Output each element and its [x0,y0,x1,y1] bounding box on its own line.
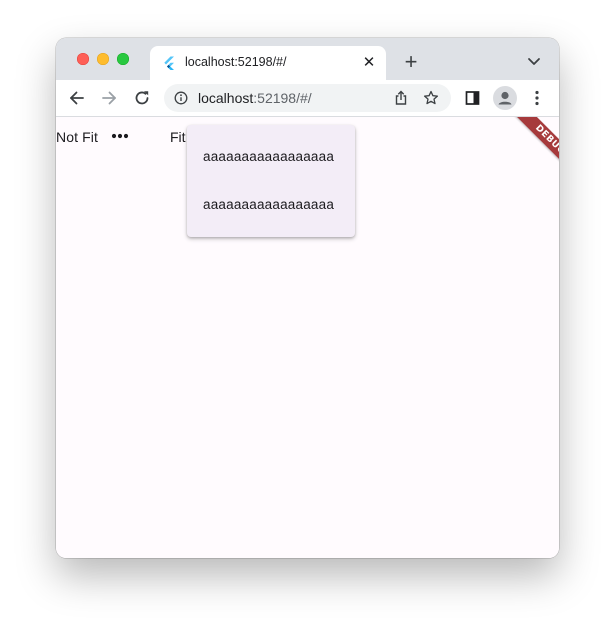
browser-toolbar: localhost:52198/#/ [56,80,559,117]
profile-icon [498,91,512,105]
browser-window: localhost:52198/#/ ✕ + localhost:52198/#… [56,38,559,558]
close-window-button[interactable] [77,53,89,65]
flutter-app-content: Not Fit Fit aaaaaaaaaaaaaaaaa aaaaaaaaaa… [56,117,559,558]
flutter-favicon-icon [164,56,174,70]
info-icon[interactable] [174,91,188,105]
popup-menu-item[interactable]: aaaaaaaaaaaaaaaaa [187,181,355,229]
debug-banner-label: DEBUG [513,117,559,177]
star-icon[interactable] [423,90,439,106]
plus-icon: + [404,49,418,74]
fit-label: Fit [170,129,186,145]
debug-banner: DEBUG [499,117,559,177]
url-path: :52198/#/ [253,90,312,106]
chevron-down-icon[interactable] [526,53,542,69]
forward-arrow-icon[interactable] [100,89,118,107]
tab-close-button[interactable]: ✕ [360,54,378,72]
more-horiz-icon[interactable] [108,124,132,148]
back-arrow-icon[interactable] [68,89,86,107]
tab-localhost[interactable]: localhost:52198/#/ ✕ [150,46,386,80]
share-icon[interactable] [393,90,409,106]
address-url: localhost:52198/#/ [198,90,312,106]
not-fit-label: Not Fit [56,129,98,145]
popup-menu-item-label: aaaaaaaaaaaaaaaaa [203,197,335,212]
popup-menu: aaaaaaaaaaaaaaaaa aaaaaaaaaaaaaaaaa [187,125,355,237]
url-host: localhost [198,90,254,106]
popup-menu-item-label: aaaaaaaaaaaaaaaaa [203,149,335,164]
kebab-menu-icon[interactable] [528,89,546,107]
tab-title: localhost:52198/#/ [185,55,287,69]
minimize-window-button[interactable] [97,53,109,65]
close-icon: ✕ [362,54,376,71]
reload-icon[interactable] [133,89,151,107]
profile-button[interactable] [493,86,517,110]
maximize-window-button[interactable] [117,53,129,65]
popup-menu-item[interactable]: aaaaaaaaaaaaaaaaa [187,133,355,181]
address-bar[interactable]: localhost:52198/#/ [164,84,451,112]
tab-strip: localhost:52198/#/ ✕ + [56,38,559,80]
new-tab-button[interactable]: + [400,49,422,74]
side-panel-icon[interactable] [464,89,482,107]
